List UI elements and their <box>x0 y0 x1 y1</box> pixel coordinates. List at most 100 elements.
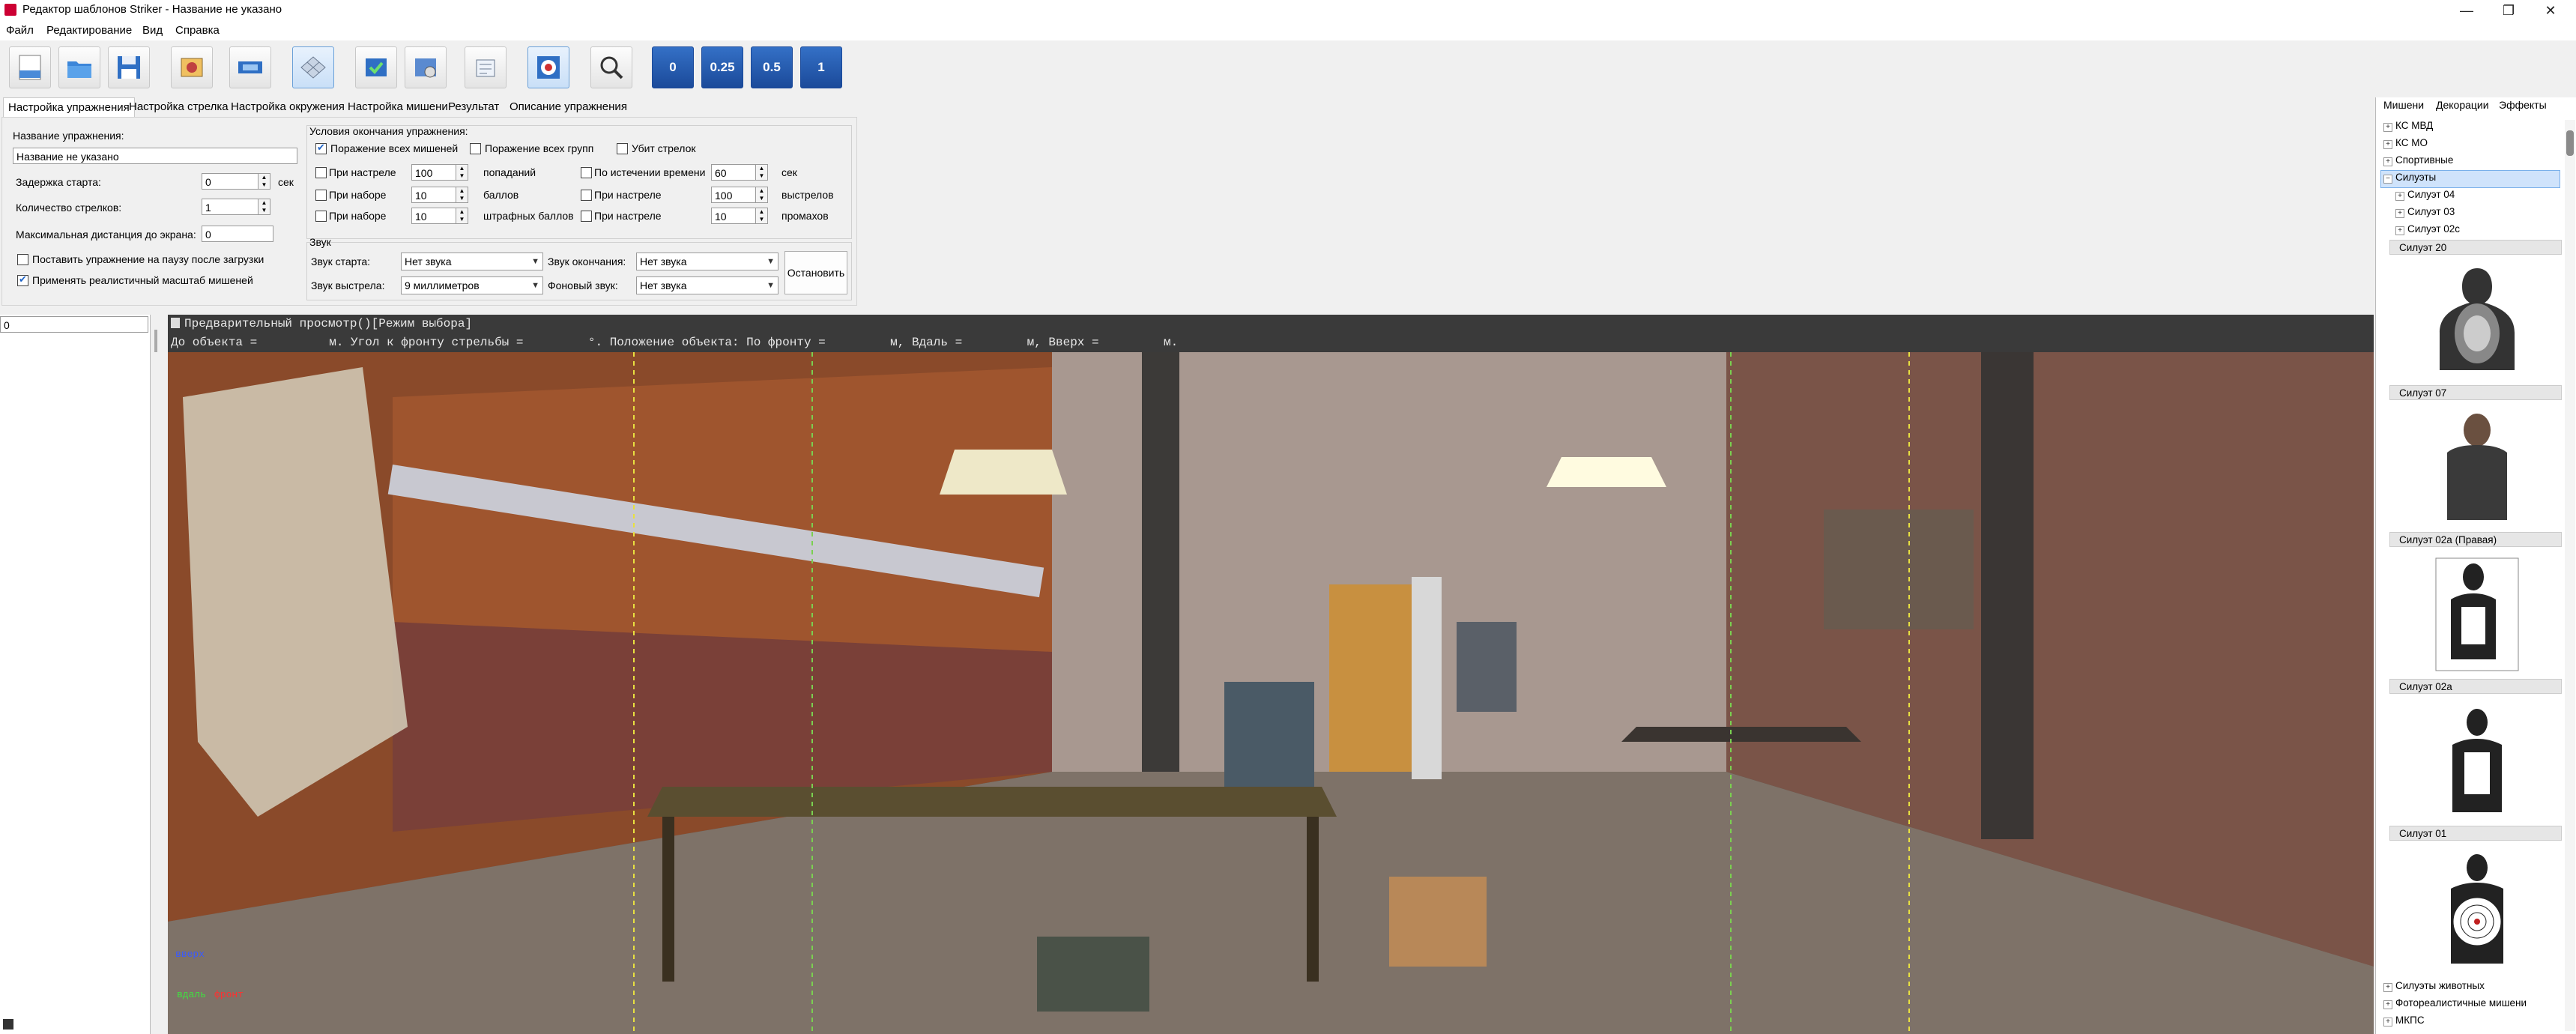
shots-condition-checkbox[interactable] <box>581 190 592 201</box>
time-condition-input[interactable]: 60 <box>711 164 756 181</box>
tree-item-sport[interactable]: Спортивные <box>2395 154 2453 166</box>
points-condition-stepper[interactable]: ▲ ▼ <box>456 187 468 203</box>
tab-effects[interactable]: Эффекты <box>2499 99 2547 111</box>
thumb-label-silhouette-02a-right[interactable]: Силуэт 02а (Правая) <box>2389 532 2562 547</box>
penalty-condition-stepper[interactable]: ▲ ▼ <box>456 208 468 224</box>
menu-help[interactable]: Справка <box>175 24 220 37</box>
target-button[interactable] <box>527 46 569 88</box>
minimize-button[interactable]: — <box>2446 0 2488 21</box>
start-delay-input[interactable]: 0 <box>202 173 258 190</box>
thumb-label-silhouette-07[interactable]: Силуэт 07 <box>2389 385 2562 400</box>
shots-condition-stepper[interactable]: ▲ ▼ <box>756 187 768 203</box>
tree-item-mkps[interactable]: МКПС <box>2395 1015 2425 1026</box>
tab-target[interactable]: Настройка мишени <box>343 97 453 117</box>
time-condition-stepper[interactable]: ▲ ▼ <box>756 164 768 181</box>
tab-shooter[interactable]: Настройка стрелка <box>124 97 233 117</box>
tab-result[interactable]: Результат <box>444 97 504 117</box>
scale-05-button[interactable]: 0.5 <box>751 46 793 88</box>
tab-description[interactable]: Описание упражнения <box>505 97 632 117</box>
tree-item-silhouettes[interactable]: Силуэты <box>2395 172 2436 183</box>
grid-button[interactable] <box>292 46 334 88</box>
shot-sound-select[interactable]: 9 миллиметров ▼ <box>401 276 543 294</box>
preview-viewport[interactable]: вверх вдаль фронт <box>168 352 2374 1034</box>
scale-0-button[interactable]: 0 <box>652 46 694 88</box>
hits-condition-checkbox[interactable] <box>315 167 327 178</box>
thumb-label-silhouette-01[interactable]: Силуэт 01 <box>2389 826 2562 841</box>
realistic-scale-checkbox[interactable] <box>17 273 28 286</box>
expand-icon[interactable]: + <box>2383 123 2392 132</box>
all-groups-checkbox[interactable] <box>470 143 481 154</box>
background-sound-select[interactable]: Нет звука ▼ <box>636 276 778 294</box>
expand-icon[interactable]: + <box>2395 192 2404 201</box>
open-button[interactable] <box>58 46 100 88</box>
tab-decorations[interactable]: Декорации <box>2436 99 2489 111</box>
thumb-label-silhouette-02a[interactable]: Силуэт 02а <box>2389 679 2562 694</box>
scale-1-button[interactable]: 1 <box>800 46 842 88</box>
collapse-icon[interactable]: − <box>2383 175 2392 184</box>
silhouette-02a-plain-thumbnail[interactable] <box>2436 701 2518 821</box>
menu-view[interactable]: Вид <box>142 24 163 37</box>
object-search-input[interactable]: 0 <box>0 316 148 333</box>
shooters-count-input[interactable]: 1 <box>202 199 258 215</box>
hits-condition-input[interactable]: 100 <box>411 164 456 181</box>
shots-condition-input[interactable]: 100 <box>711 187 756 203</box>
stop-sound-button[interactable]: Остановить <box>784 251 847 294</box>
exercise-name-input[interactable]: Название не указано <box>13 148 297 164</box>
tree-item-ks-mvd[interactable]: КС МВД <box>2395 120 2433 131</box>
max-distance-input[interactable]: 0 <box>202 226 273 242</box>
end-sound-select[interactable]: Нет звука ▼ <box>636 253 778 270</box>
menu-edit[interactable]: Редактирование <box>46 24 132 37</box>
tools-button[interactable] <box>171 46 213 88</box>
misses-condition-input[interactable]: 10 <box>711 208 756 224</box>
splitter-handle[interactable] <box>154 330 157 352</box>
pause-after-load-checkbox[interactable] <box>17 254 28 265</box>
tree-item-silhouette-02c[interactable]: Силуэт 02с <box>2407 223 2460 235</box>
thumb-label-silhouette-20[interactable]: Силуэт 20 <box>2389 240 2562 255</box>
zoom-button[interactable] <box>590 46 632 88</box>
misses-condition-checkbox[interactable] <box>581 211 592 222</box>
expand-icon[interactable]: + <box>2383 1000 2392 1009</box>
new-button[interactable] <box>9 46 51 88</box>
tree-item-photo-targets[interactable]: Фотореалистичные мишени <box>2395 997 2527 1009</box>
misses-condition-stepper[interactable]: ▲ ▼ <box>756 208 768 224</box>
tab-exercise[interactable]: Настройка упражнения <box>3 97 135 118</box>
all-targets-checkbox[interactable] <box>315 142 327 154</box>
points-condition-checkbox[interactable] <box>315 190 327 201</box>
print-button[interactable] <box>465 46 507 88</box>
start-sound-select[interactable]: Нет звука ▼ <box>401 253 543 270</box>
settings-button[interactable] <box>405 46 447 88</box>
tree-item-animal-silhouettes[interactable]: Силуэты животных <box>2395 980 2485 991</box>
expand-icon[interactable]: + <box>2395 226 2404 235</box>
start-delay-stepper[interactable]: ▲ ▼ <box>258 173 270 190</box>
library-scrollbar[interactable] <box>2565 120 2575 1031</box>
library-scrollbar-thumb[interactable] <box>2566 130 2574 156</box>
maximize-button[interactable]: ❐ <box>2488 0 2530 21</box>
silhouette-02a-right-thumbnail[interactable] <box>2436 408 2518 520</box>
shooter-killed-checkbox[interactable] <box>617 143 628 154</box>
silhouette-01-thumbnail[interactable] <box>2436 847 2518 967</box>
tree-item-ks-mo[interactable]: КС МО <box>2395 137 2428 148</box>
shooter-button[interactable] <box>229 46 271 88</box>
expand-icon[interactable]: + <box>2395 209 2404 218</box>
shooters-count-stepper[interactable]: ▲ ▼ <box>258 199 270 215</box>
expand-icon[interactable]: + <box>2383 140 2392 149</box>
expand-icon[interactable]: + <box>2383 157 2392 166</box>
check-button[interactable] <box>355 46 397 88</box>
close-button[interactable]: ✕ <box>2530 0 2572 21</box>
time-condition-checkbox[interactable] <box>581 167 592 178</box>
tab-targets[interactable]: Мишени <box>2383 99 2424 111</box>
scale-025-button[interactable]: 0.25 <box>701 46 743 88</box>
tree-item-silhouette-04[interactable]: Силуэт 04 <box>2407 189 2455 200</box>
silhouette-07-thumbnail[interactable] <box>2428 262 2526 375</box>
save-button[interactable] <box>108 46 150 88</box>
penalty-condition-checkbox[interactable] <box>315 211 327 222</box>
tab-environment[interactable]: Настройка окружения <box>226 97 349 117</box>
silhouette-02a-dimensions-thumbnail[interactable] <box>2428 554 2526 674</box>
penalty-condition-input[interactable]: 10 <box>411 208 456 224</box>
tree-item-silhouette-03[interactable]: Силуэт 03 <box>2407 206 2455 217</box>
points-condition-input[interactable]: 10 <box>411 187 456 203</box>
expand-icon[interactable]: + <box>2383 1018 2392 1027</box>
hits-condition-stepper[interactable]: ▲ ▼ <box>456 164 468 181</box>
expand-icon[interactable]: + <box>2383 983 2392 992</box>
menu-file[interactable]: Файл <box>6 24 34 37</box>
